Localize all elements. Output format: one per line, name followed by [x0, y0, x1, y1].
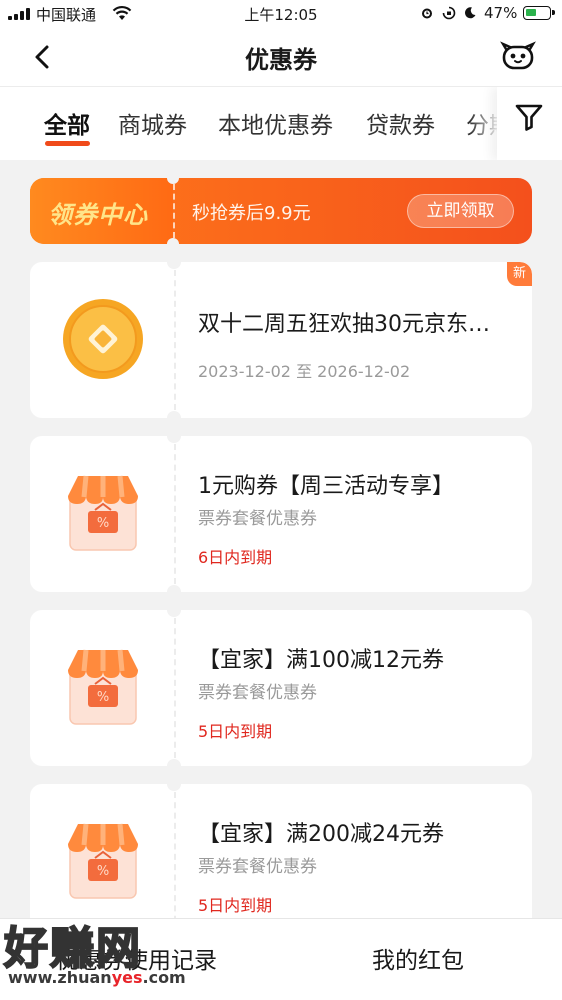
- tab-local-coupons[interactable]: 本地优惠券: [218, 106, 333, 140]
- coupon-card[interactable]: 双十二周五狂欢抽30元京东… 2023-12-02 至 2026-12-02 新: [30, 262, 532, 418]
- coupon-type: 票券套餐优惠券: [198, 683, 317, 703]
- filter-button[interactable]: [497, 87, 562, 160]
- svg-text:%: %: [97, 690, 109, 705]
- watermark-logo: 好赚网: [3, 922, 142, 975]
- active-tab-indicator: [45, 141, 90, 146]
- status-bar: 中国联通 上午12:05 47%: [0, 0, 562, 28]
- robot-icon[interactable]: [500, 40, 536, 72]
- coupon-title: 【宜家】满100减12元券: [198, 648, 444, 673]
- coupon-type: 票券套餐优惠券: [198, 509, 317, 529]
- banner-description: 秒抢券后9.9元: [192, 203, 311, 224]
- nav-bar: 优惠券: [0, 28, 562, 86]
- store-icon: %: [68, 823, 138, 899]
- tab-loan-coupons[interactable]: 贷款券: [366, 106, 435, 140]
- tab-mall-coupons[interactable]: 商城券: [118, 106, 187, 140]
- orientation-lock-icon: [442, 6, 456, 20]
- svg-text:%: %: [97, 516, 109, 531]
- coupon-expiry: 5日内到期: [198, 722, 273, 741]
- gold-coin-icon: [63, 299, 143, 379]
- coupon-card[interactable]: % 【宜家】满100减12元券 票券套餐优惠券 5日内到期: [30, 610, 532, 766]
- filter-icon: [515, 104, 543, 131]
- coupon-title: 双十二周五狂欢抽30元京东…: [198, 312, 490, 337]
- claim-now-button[interactable]: 立即领取: [407, 194, 514, 228]
- store-icon: %: [68, 475, 138, 551]
- coupon-card[interactable]: % 1元购券【周三活动专享】 票券套餐优惠券 6日内到期: [30, 436, 532, 592]
- coupon-expiry: 6日内到期: [198, 548, 273, 567]
- store-icon: %: [68, 649, 138, 725]
- site-watermark: 好赚网 www.zhuanyes.com: [3, 910, 190, 1000]
- coupon-center-label: 领券中心: [48, 201, 148, 229]
- tab-all[interactable]: 全部: [44, 106, 90, 140]
- battery-percent: 47%: [484, 4, 518, 22]
- coupon-title: 【宜家】满200减24元券: [198, 822, 444, 847]
- coupon-expiry: 5日内到期: [198, 896, 273, 915]
- page-title: 优惠券: [245, 46, 317, 74]
- svg-text:%: %: [97, 864, 109, 879]
- coupon-validity: 2023-12-02 至 2026-12-02: [198, 362, 411, 381]
- my-red-packet-link[interactable]: 我的红包: [372, 941, 464, 975]
- new-badge: 新: [507, 262, 532, 286]
- coupon-center-banner[interactable]: 领券中心 秒抢券后9.9元 立即领取: [30, 178, 532, 244]
- coupon-category-tabs: 全部 商城券 本地优惠券 贷款券 分期: [0, 86, 562, 160]
- battery-icon: [523, 6, 555, 20]
- coupon-page: 中国联通 上午12:05 47% 优惠券 全部 商城券 本地优惠券 贷款券 领券…: [0, 0, 562, 1000]
- status-time: 上午12:05: [244, 6, 318, 24]
- coupon-title: 1元购券【周三活动专享】: [198, 474, 454, 499]
- watermark-url: www.zhuanyes.com: [8, 968, 186, 987]
- coupon-type: 票券套餐优惠券: [198, 857, 317, 877]
- alarm-icon: [422, 8, 432, 19]
- moon-icon: [464, 7, 476, 19]
